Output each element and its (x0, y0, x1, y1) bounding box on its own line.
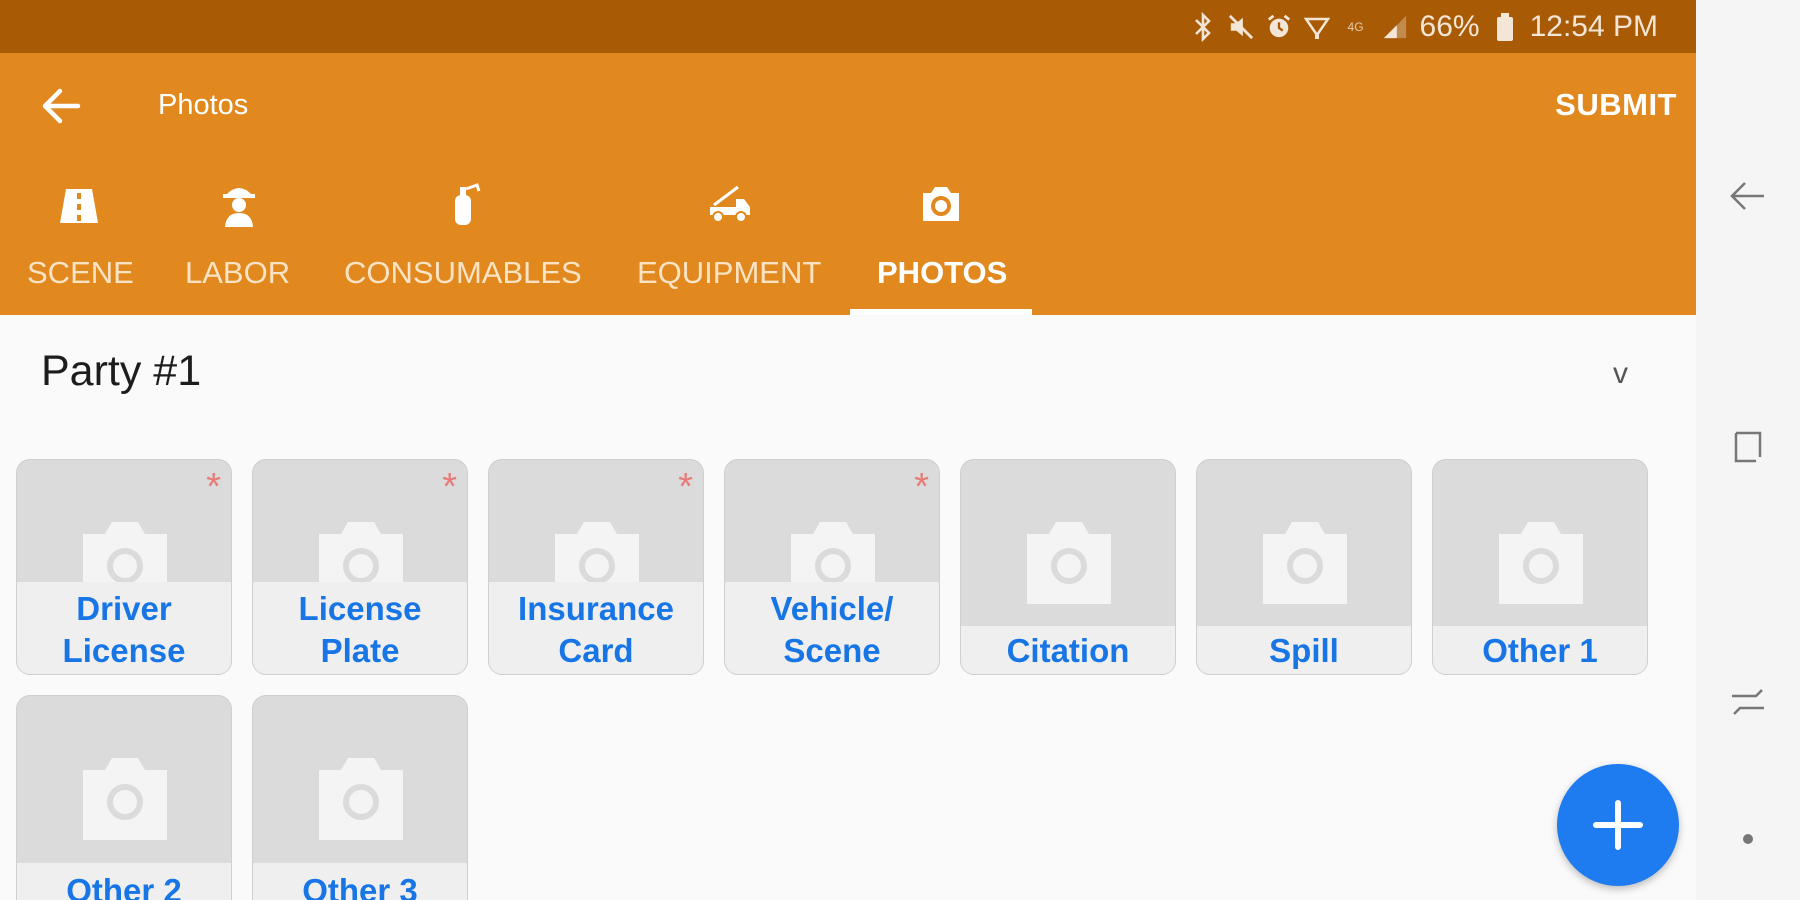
alarm-icon (1266, 12, 1292, 42)
photo-tile-vehicle-scene[interactable]: * Vehicle/Scene (724, 459, 940, 675)
photo-tile-spill[interactable]: Spill (1196, 459, 1412, 675)
photo-label: Vehicle/Scene (770, 590, 894, 669)
photo-label: License Plate (298, 590, 422, 669)
photo-label: Spill (1269, 632, 1339, 669)
bluetooth-icon (1190, 11, 1216, 42)
system-back-icon[interactable] (1728, 176, 1768, 216)
extinguisher-icon (455, 183, 481, 225)
tab-consumables[interactable]: CONSUMABLES (330, 159, 598, 315)
tab-bar: SCENE LABOR CONSUMABLES EQUIPMENT PHOTOS (0, 159, 1696, 315)
status-bar: 4G 66% 12:54 PM (0, 0, 1696, 53)
page-title: Photos (158, 89, 249, 121)
photo-label: Citation (1006, 632, 1130, 669)
submit-button[interactable]: SUBMIT (1555, 87, 1677, 123)
battery-icon (1492, 12, 1518, 42)
mute-icon (1228, 12, 1254, 42)
app-toolbar: Photos SUBMIT (0, 53, 1696, 159)
system-switch-icon[interactable] (1728, 682, 1768, 722)
photo-label: Other 3 (302, 872, 418, 900)
photo-tile-driver-license[interactable]: * Driver License (16, 459, 232, 675)
back-arrow-icon[interactable] (38, 83, 84, 129)
photo-tile-other-2[interactable]: Other 2 (16, 695, 232, 900)
tab-equipment[interactable]: EQUIPMENT (618, 159, 836, 315)
photo-tile-other-1[interactable]: Other 1 (1432, 459, 1648, 675)
photo-tile-other-3[interactable]: Other 3 (252, 695, 468, 900)
network-type-icon: 4G (1347, 19, 1364, 34)
photo-label: Other 2 (66, 872, 182, 900)
camera-icon (83, 758, 167, 840)
battery-percent: 66% (1419, 9, 1480, 43)
system-nav-bar (1696, 0, 1800, 900)
active-tab-indicator (850, 309, 1032, 315)
add-photo-button[interactable] (1557, 764, 1679, 886)
camera-icon (1027, 522, 1111, 604)
tab-label: CONSUMABLES (344, 255, 582, 290)
tab-label: SCENE (27, 255, 134, 290)
photo-tile-license-plate[interactable]: * License Plate (252, 459, 468, 675)
road-icon (60, 189, 98, 223)
camera-icon (1263, 522, 1347, 604)
required-indicator: * (206, 466, 221, 508)
tab-labor[interactable]: LABOR (168, 159, 308, 315)
plus-icon (1593, 800, 1643, 850)
tab-label: LABOR (185, 255, 291, 290)
clock: 12:54 PM (1529, 9, 1658, 43)
photo-label: Other 1 (1482, 632, 1598, 669)
party-title: Party #1 (41, 347, 202, 395)
camera-icon (923, 187, 959, 221)
status-icons: 4G 66% 12:54 PM (1190, 0, 1658, 53)
worker-icon (223, 188, 255, 227)
required-indicator: * (678, 466, 693, 508)
tab-photos[interactable]: PHOTOS (850, 159, 1032, 315)
party-expand-toggle[interactable]: v (1613, 357, 1628, 391)
tab-scene[interactable]: SCENE (0, 159, 158, 315)
tow-truck-icon (710, 185, 750, 223)
system-recents-icon[interactable] (1728, 427, 1768, 467)
photo-label: Insurance Card (518, 590, 674, 669)
photo-tile-insurance-card[interactable]: * Insurance Card (488, 459, 704, 675)
tab-label: PHOTOS (877, 255, 1008, 290)
signal-icon (1382, 12, 1408, 42)
photo-label: Driver License (62, 590, 186, 669)
photo-tile-citation[interactable]: Citation (960, 459, 1176, 675)
system-home-icon[interactable] (1728, 819, 1768, 859)
required-indicator: * (914, 466, 929, 508)
wifi-icon (1303, 12, 1330, 42)
app-screen: 4G 66% 12:54 PM Photos SUBMIT SCENE LABO… (0, 0, 1696, 900)
tab-label: EQUIPMENT (637, 255, 822, 290)
camera-icon (1499, 522, 1583, 604)
camera-icon (319, 758, 403, 840)
required-indicator: * (442, 466, 457, 508)
